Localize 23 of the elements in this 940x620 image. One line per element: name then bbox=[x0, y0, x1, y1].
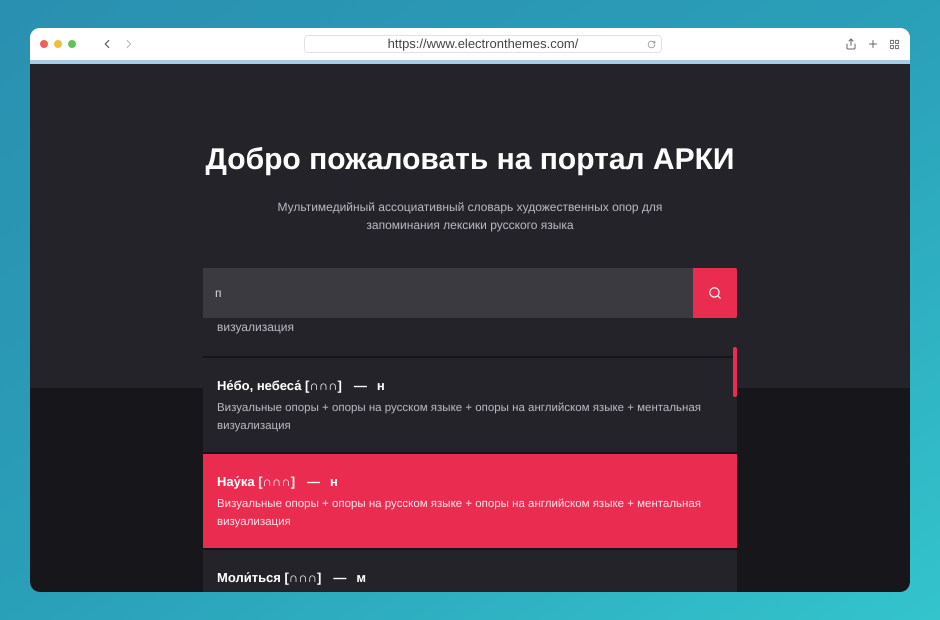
result-word: Нау́ка [∩∩∩] bbox=[217, 473, 296, 491]
dash-text: — bbox=[307, 473, 320, 491]
tabs-overview-icon[interactable] bbox=[889, 38, 900, 50]
dash-text: — bbox=[333, 569, 346, 587]
gender-label: н bbox=[376, 377, 385, 395]
hero-title: Добро пожаловать на портал АРКИ bbox=[206, 142, 734, 178]
result-description: Визуальные опоры + опоры на русском языке + опоры на английском языке + ментальная визуализация bbox=[217, 497, 702, 530]
reload-icon[interactable] bbox=[647, 40, 656, 48]
result-description: Визуальные опоры + опоры на русском языке + опоры на английском языке + ментальная визуализация bbox=[217, 401, 702, 434]
search-icon bbox=[708, 286, 722, 300]
search-field[interactable]: п bbox=[203, 268, 693, 318]
result-word: Моли́ться [∩∩∩] bbox=[217, 569, 322, 587]
scrollbar-thumb[interactable] bbox=[733, 347, 737, 397]
gender-label: м bbox=[356, 569, 366, 587]
address-bar[interactable]: https://www.electronthemes.com/ bbox=[304, 35, 662, 53]
hero-subtitle: Мультимедийный ассоциативный словарь художественных опор для запоминания лексики русского языка bbox=[276, 199, 664, 234]
result-item[interactable]: Нау́ка [∩∩∩] — н Визуальные опоры + опоры на русском языке + опоры на английском языке + ментальная визуализация bbox=[203, 454, 737, 550]
gender-label: н bbox=[330, 473, 338, 491]
new-tab-icon[interactable] bbox=[867, 38, 879, 50]
result-description: визуализация bbox=[217, 319, 295, 336]
share-icon[interactable] bbox=[845, 38, 857, 50]
dash-text: — bbox=[354, 377, 367, 395]
result-word: Не́бо, небеса́ [∩∩∩] bbox=[217, 377, 342, 395]
